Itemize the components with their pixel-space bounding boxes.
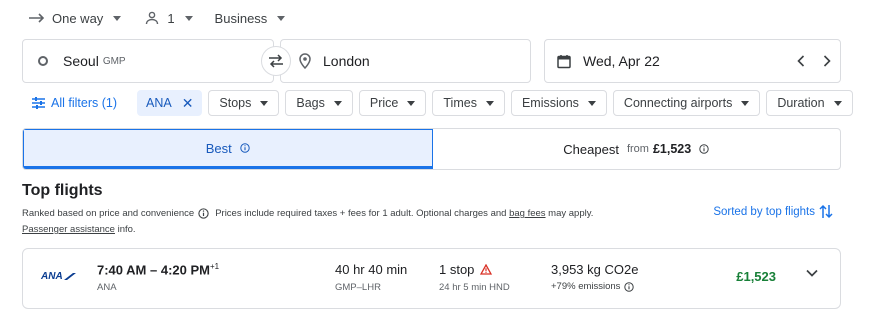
departure-time: 7:40 AM bbox=[97, 262, 147, 278]
passenger-count: 1 bbox=[167, 10, 175, 26]
chip-label: Duration bbox=[777, 96, 825, 110]
info-icon[interactable] bbox=[198, 208, 209, 219]
flight-route: GMP–LHR bbox=[335, 282, 381, 293]
day-offset: +1 bbox=[210, 262, 220, 271]
airline-filter-chip[interactable]: ANA ✕ bbox=[136, 90, 203, 116]
chevron-down-icon[interactable] bbox=[806, 269, 818, 277]
location-pin-icon bbox=[287, 53, 323, 69]
connecting-airports-filter-chip[interactable]: Connecting airports bbox=[612, 90, 761, 116]
times-filter-chip[interactable]: Times bbox=[432, 90, 505, 116]
info-suffix: info. bbox=[117, 224, 136, 235]
date-navigation bbox=[788, 55, 840, 67]
bags-filter-chip[interactable]: Bags bbox=[285, 90, 353, 116]
emissions-filter-chip[interactable]: Emissions bbox=[510, 90, 607, 116]
cheapest-price: £1,523 bbox=[652, 142, 692, 156]
flight-price: £1,523 bbox=[736, 269, 776, 284]
caret-down-icon bbox=[277, 15, 286, 21]
swap-button[interactable] bbox=[261, 46, 291, 76]
trip-options-bar: One way 1 Business bbox=[28, 8, 307, 28]
flight-times: 7:40 AM – 4:20 PM+1 bbox=[97, 262, 219, 277]
emissions-diff: +79% emissions bbox=[551, 281, 635, 292]
info-icon[interactable] bbox=[624, 281, 635, 292]
caret-down-icon bbox=[833, 100, 842, 106]
close-icon[interactable]: ✕ bbox=[182, 95, 194, 112]
origin-field[interactable]: Seoul GMP bbox=[22, 39, 274, 83]
price-filter-chip[interactable]: Price bbox=[358, 90, 427, 116]
info-icon[interactable] bbox=[240, 143, 250, 153]
chip-label: Connecting airports bbox=[623, 96, 733, 110]
tab-cheapest[interactable]: Cheapest from £1,523 bbox=[433, 129, 841, 169]
passenger-assistance-link[interactable]: Passenger assistance bbox=[22, 224, 115, 235]
time-separator: – bbox=[150, 262, 158, 278]
sliders-icon bbox=[32, 97, 45, 109]
flight-stops: 1 stop bbox=[439, 262, 493, 277]
origin-circle-icon bbox=[23, 56, 63, 66]
may-apply-text: may apply. bbox=[548, 208, 594, 219]
prices-text: Prices include required taxes + fees for… bbox=[215, 208, 507, 219]
info-icon[interactable] bbox=[699, 144, 709, 154]
stops-filter-chip[interactable]: Stops bbox=[208, 90, 280, 116]
origin-city: Seoul bbox=[63, 53, 99, 69]
ranked-text: Ranked based on price and convenience bbox=[22, 208, 195, 219]
caret-down-icon bbox=[333, 100, 342, 106]
sort-by-button[interactable]: Sorted by top flights bbox=[713, 204, 833, 219]
chip-label: Bags bbox=[296, 96, 325, 110]
tab-best[interactable]: Best bbox=[23, 129, 433, 169]
caret-down-icon bbox=[113, 15, 122, 21]
cabin-class-select[interactable]: Business bbox=[215, 11, 286, 26]
cabin-class-label: Business bbox=[214, 10, 268, 26]
emissions-value: 3,953 kg CO2e bbox=[551, 262, 639, 277]
all-filters-label: All filters (1) bbox=[51, 96, 117, 110]
person-icon bbox=[143, 11, 161, 25]
date-field[interactable]: Wed, Apr 22 bbox=[544, 39, 841, 83]
previous-date-button[interactable] bbox=[788, 55, 814, 67]
sort-tabs: Best Cheapest from £1,523 bbox=[22, 128, 841, 170]
cheapest-from-text: from bbox=[626, 143, 649, 155]
caret-down-icon bbox=[485, 100, 494, 106]
tab-cheapest-label: Cheapest bbox=[563, 141, 619, 157]
sorted-by-label: Sorted by top flights bbox=[713, 205, 815, 218]
trip-type-label: One way bbox=[52, 10, 104, 26]
sort-arrows-icon bbox=[819, 204, 833, 219]
arrow-right-icon bbox=[28, 13, 46, 23]
emissions-diff-label: +79% emissions bbox=[551, 281, 621, 292]
layover-info: 24 hr 5 min HND bbox=[439, 282, 510, 293]
airline-name: ANA bbox=[97, 282, 117, 293]
stops-label: 1 stop bbox=[439, 262, 475, 277]
flight-result-card[interactable]: ANA 7:40 AM – 4:20 PM+1 ANA 40 hr 40 min… bbox=[22, 248, 841, 309]
chip-label: Stops bbox=[219, 96, 252, 110]
airline-filter-label: ANA bbox=[145, 96, 172, 110]
passenger-select[interactable]: 1 bbox=[143, 10, 193, 26]
bag-fees-link[interactable]: bag fees bbox=[509, 208, 545, 219]
airline-logo-text: ANA bbox=[41, 271, 63, 282]
all-filters-button[interactable]: All filters (1) bbox=[22, 90, 127, 116]
chip-label: Times bbox=[443, 96, 477, 110]
caret-down-icon bbox=[587, 100, 596, 106]
destination-city: London bbox=[323, 53, 370, 69]
caret-down-icon bbox=[260, 100, 269, 106]
tab-best-label: Best bbox=[205, 140, 232, 156]
chip-label: Emissions bbox=[521, 96, 579, 110]
airline-logo: ANA bbox=[41, 271, 76, 282]
caret-down-icon bbox=[407, 100, 416, 106]
caret-down-icon bbox=[741, 100, 750, 106]
calendar-icon bbox=[545, 54, 583, 69]
destination-field[interactable]: London bbox=[280, 39, 531, 83]
origin-code: GMP bbox=[102, 55, 126, 67]
caret-down-icon bbox=[184, 15, 193, 21]
departure-date: Wed, Apr 22 bbox=[583, 53, 660, 69]
results-title: Top flights bbox=[22, 182, 103, 199]
chip-label: Price bbox=[369, 96, 399, 110]
duration-filter-chip[interactable]: Duration bbox=[766, 90, 853, 116]
trip-type-select[interactable]: One way bbox=[28, 10, 122, 26]
filter-bar: All filters (1) ANA ✕ Stops Bags Price T… bbox=[22, 90, 859, 116]
next-date-button[interactable] bbox=[814, 55, 840, 67]
warning-triangle-icon bbox=[480, 264, 493, 275]
arrival-time: 4:20 PM bbox=[160, 262, 210, 278]
results-info: Ranked based on price and convenience Pri… bbox=[22, 206, 672, 238]
flight-duration: 40 hr 40 min bbox=[335, 262, 408, 277]
swap-arrows-icon bbox=[268, 54, 284, 68]
